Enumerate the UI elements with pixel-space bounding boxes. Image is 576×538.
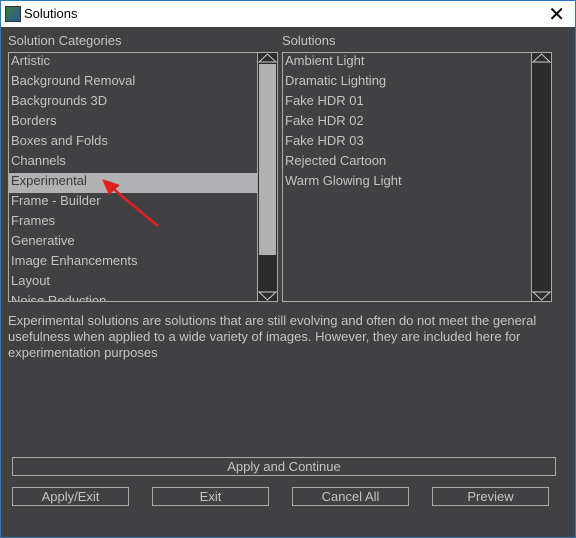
annotation-arrow-icon	[102, 179, 159, 227]
categories-scrollbar[interactable]	[257, 53, 277, 301]
list-item[interactable]: Generative	[9, 233, 257, 253]
list-item[interactable]: Fake HDR 02	[283, 113, 531, 133]
title-bar: Solutions ✕	[1, 1, 575, 27]
list-item[interactable]: Background Removal	[9, 73, 257, 93]
list-item[interactable]: Fake HDR 03	[283, 133, 531, 153]
solutions-label: Solutions	[282, 33, 336, 48]
solutions-list[interactable]: Ambient Light Dramatic Lighting Fake HDR 0…	[282, 52, 552, 302]
scroll-down-icon[interactable]	[258, 291, 277, 301]
list-item[interactable]: Artistic	[9, 53, 257, 73]
scroll-up-icon[interactable]	[258, 53, 277, 63]
cancel-all-button[interactable]: Cancel All	[292, 487, 409, 506]
app-icon	[5, 6, 21, 22]
close-icon[interactable]: ✕	[548, 2, 565, 27]
categories-label: Solution Categories	[8, 33, 122, 48]
category-description: Experimental solutions are solutions tha…	[8, 313, 537, 360]
list-item[interactable]: Backgrounds 3D	[9, 93, 257, 113]
scroll-up-icon[interactable]	[532, 53, 551, 63]
apply-and-continue-button[interactable]: Apply and Continue	[12, 457, 556, 476]
list-item[interactable]: Image Enhancements	[9, 253, 257, 273]
apply-exit-button[interactable]: Apply/Exit	[12, 487, 129, 506]
list-item[interactable]: Noise Reduction	[9, 293, 257, 301]
list-item[interactable]: Rejected Cartoon	[283, 153, 531, 173]
list-item[interactable]: Borders	[9, 113, 257, 133]
list-item[interactable]: Dramatic Lighting	[283, 73, 531, 93]
list-item[interactable]: Boxes and Folds	[9, 133, 257, 153]
list-item[interactable]: Warm Glowing Light	[283, 173, 531, 193]
list-item[interactable]: Fake HDR 01	[283, 93, 531, 113]
solutions-scrollbar[interactable]	[531, 53, 551, 301]
list-item[interactable]: Channels	[9, 153, 257, 173]
scroll-down-icon[interactable]	[532, 291, 551, 301]
window-title: Solutions	[24, 6, 78, 21]
scrollbar-thumb[interactable]	[259, 64, 276, 255]
solutions-dialog: Solutions ✕ Solution Categories Solution…	[0, 0, 576, 538]
list-item[interactable]: Layout	[9, 273, 257, 293]
list-item[interactable]: Ambient Light	[283, 53, 531, 73]
preview-button[interactable]: Preview	[432, 487, 549, 506]
exit-button[interactable]: Exit	[152, 487, 269, 506]
